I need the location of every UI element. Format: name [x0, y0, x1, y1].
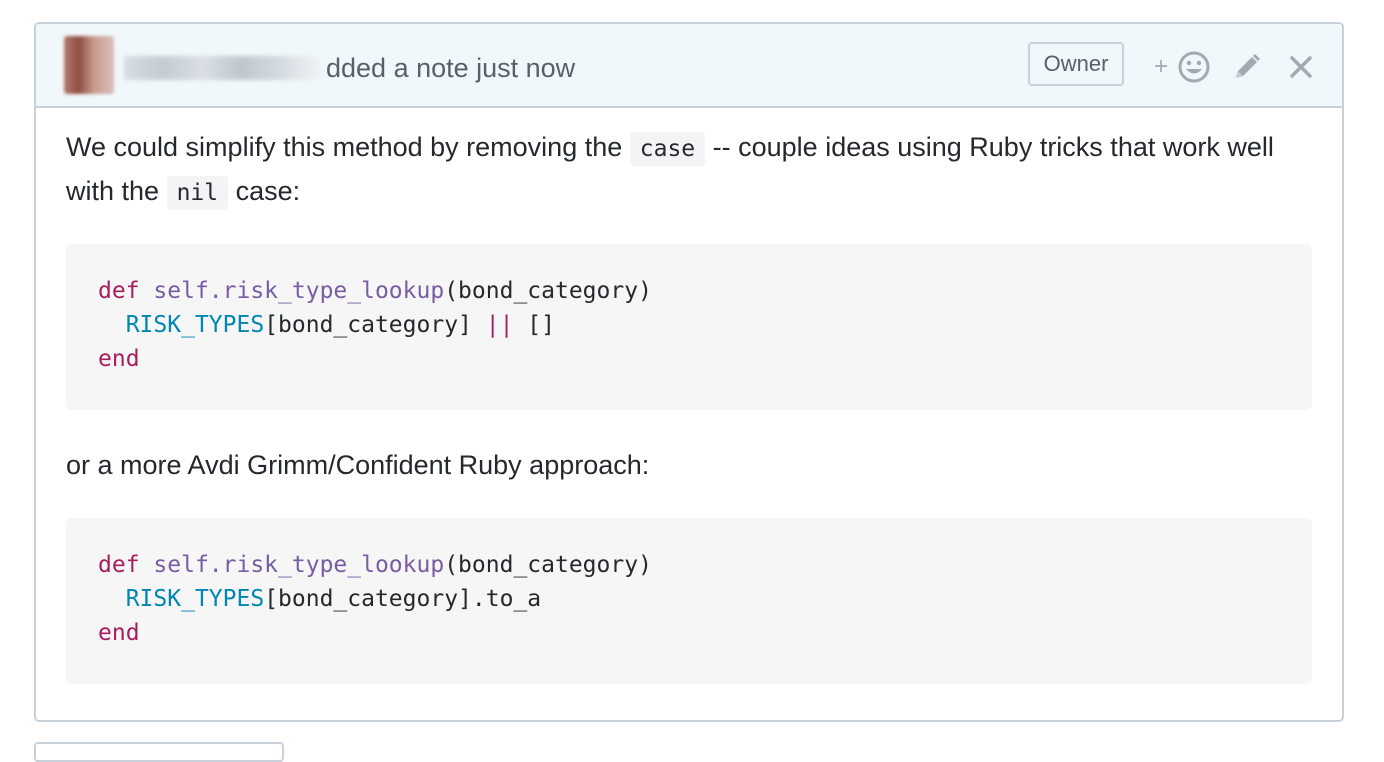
code-args: (bond_category): [444, 552, 652, 578]
owner-badge: Owner: [1028, 42, 1124, 86]
code-constant: RISK_TYPES: [125, 312, 265, 338]
code-constant: RISK_TYPES: [125, 586, 265, 612]
inline-code-case: case: [629, 132, 706, 166]
paragraph-alternative: or a more Avdi Grimm/Confident Ruby appr…: [66, 450, 650, 480]
close-button[interactable]: [1288, 54, 1314, 80]
smiley-icon: +: [1154, 51, 1210, 83]
code-keyword: end: [98, 346, 140, 372]
code-method: self.risk_type_lookup: [153, 278, 445, 304]
comment-action-text: dded a note just now: [326, 53, 576, 83]
next-element-edge[interactable]: [34, 742, 284, 762]
code-text: [bond_category]: [264, 312, 486, 338]
code-text: []: [513, 312, 555, 338]
pencil-icon: [1236, 54, 1260, 78]
comment-body: We could simplify this method by removin…: [36, 108, 1342, 684]
code-args: (bond_category): [444, 278, 652, 304]
comment-card: dded a note just now Owner + We could si…: [34, 22, 1344, 722]
text: case:: [228, 176, 301, 206]
author-name-redacted[interactable]: [124, 56, 320, 80]
code-keyword: def: [98, 552, 140, 578]
code-keyword: def: [98, 278, 140, 304]
inline-code-nil: nil: [166, 176, 229, 210]
text: We could simplify this method by removin…: [66, 132, 630, 162]
comment-header: dded a note just now Owner +: [36, 24, 1342, 108]
add-reaction-button[interactable]: +: [1154, 50, 1210, 84]
code-operator: ||: [485, 312, 514, 338]
avatar[interactable]: [64, 36, 114, 94]
code-method: self.risk_type_lookup: [153, 552, 445, 578]
code-block-1: def self.risk_type_lookup(bond_category)…: [66, 244, 1312, 410]
code-text: [bond_category].to_a: [264, 586, 542, 612]
code-keyword: end: [98, 620, 140, 646]
edit-button[interactable]: [1232, 52, 1262, 82]
code-block-2: def self.risk_type_lookup(bond_category)…: [66, 518, 1312, 684]
paragraph-intro: We could simplify this method by removin…: [66, 108, 1312, 214]
close-icon: [1290, 56, 1312, 78]
reaction-plus: +: [1154, 53, 1168, 80]
